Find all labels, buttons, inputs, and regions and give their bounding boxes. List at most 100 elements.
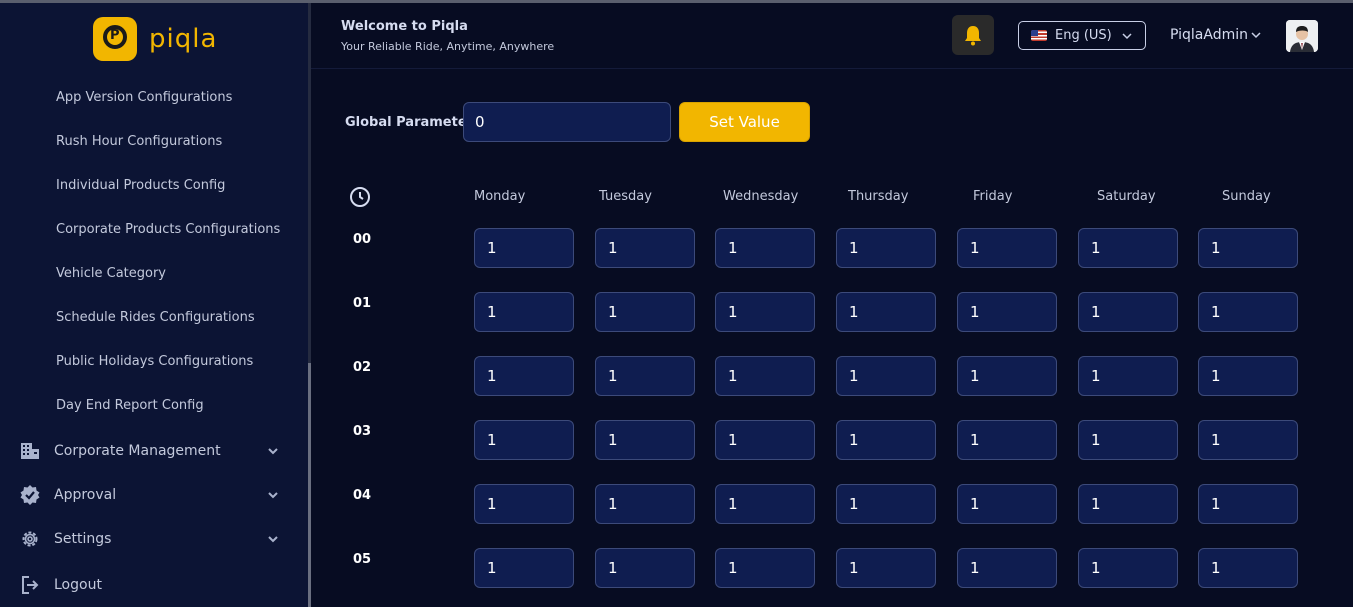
schedule-input-tuesday-01[interactable] <box>595 292 695 332</box>
schedule-input-monday-00[interactable] <box>474 228 574 268</box>
notifications-button[interactable] <box>952 15 994 55</box>
sidebar-item-individual-products-config[interactable]: Individual Products Config <box>56 178 225 193</box>
schedule-input-saturday-02[interactable] <box>1078 356 1178 396</box>
sidebar-item-label: Corporate Management <box>54 443 221 459</box>
schedule-input-saturday-05[interactable] <box>1078 548 1178 588</box>
day-header-monday: Monday <box>474 189 526 204</box>
chevron-down-icon <box>268 448 278 455</box>
scrollbar-thumb[interactable] <box>308 363 311 607</box>
sidebar-item-vehicle-category[interactable]: Vehicle Category <box>56 266 166 281</box>
brand-logo[interactable]: P piqla <box>93 17 217 61</box>
language-value: Eng (US) <box>1055 28 1112 43</box>
schedule-input-monday-01[interactable] <box>474 292 574 332</box>
schedule-input-wednesday-03[interactable] <box>715 420 815 460</box>
schedule-input-monday-05[interactable] <box>474 548 574 588</box>
schedule-input-thursday-03[interactable] <box>836 420 936 460</box>
day-header-saturday: Saturday <box>1097 189 1156 204</box>
sidebar-item-schedule-rides-configurations[interactable]: Schedule Rides Configurations <box>56 310 255 325</box>
sidebar-item-rush-hour-configurations[interactable]: Rush Hour Configurations <box>56 134 222 149</box>
hour-label-03: 03 <box>353 424 372 439</box>
schedule-input-wednesday-04[interactable] <box>715 484 815 524</box>
schedule-input-wednesday-02[interactable] <box>715 356 815 396</box>
sidebar-item-approval[interactable]: Approval <box>18 483 280 507</box>
schedule-input-tuesday-02[interactable] <box>595 356 695 396</box>
sidebar-item-label: Logout <box>54 577 102 593</box>
schedule-input-saturday-00[interactable] <box>1078 228 1178 268</box>
language-select[interactable]: Eng (US) <box>1018 21 1146 50</box>
user-menu-name[interactable]: PiqlaAdmin <box>1170 27 1248 43</box>
sidebar-item-public-holidays-configurations[interactable]: Public Holidays Configurations <box>56 354 253 369</box>
schedule-input-monday-04[interactable] <box>474 484 574 524</box>
sidebar-item-app-version-configurations[interactable]: App Version Configurations <box>56 90 232 105</box>
schedule-input-friday-04[interactable] <box>957 484 1057 524</box>
schedule-input-thursday-04[interactable] <box>836 484 936 524</box>
chevron-down-icon <box>268 536 278 543</box>
chevron-down-icon <box>1122 33 1132 40</box>
global-parameter-input[interactable] <box>463 102 671 142</box>
schedule-input-sunday-01[interactable] <box>1198 292 1298 332</box>
top-header: Welcome to Piqla Your Reliable Ride, Any… <box>311 3 1353 69</box>
day-header-friday: Friday <box>973 189 1013 204</box>
badge-check-icon <box>18 483 42 507</box>
day-header-thursday: Thursday <box>848 189 909 204</box>
schedule-input-friday-00[interactable] <box>957 228 1057 268</box>
schedule-input-saturday-04[interactable] <box>1078 484 1178 524</box>
chevron-down-icon <box>268 492 278 499</box>
building-icon <box>18 439 42 463</box>
sidebar-scrollbar[interactable] <box>308 3 311 607</box>
schedule-input-friday-02[interactable] <box>957 356 1057 396</box>
schedule-input-monday-02[interactable] <box>474 356 574 396</box>
schedule-input-tuesday-00[interactable] <box>595 228 695 268</box>
schedule-input-thursday-02[interactable] <box>836 356 936 396</box>
logo-text: piqla <box>149 24 218 54</box>
hour-label-05: 05 <box>353 552 372 567</box>
sidebar-item-label: Approval <box>54 487 117 503</box>
sidebar: P piqla App Version Configurations Rush … <box>0 3 308 607</box>
day-header-tuesday: Tuesday <box>599 189 652 204</box>
hour-label-00: 00 <box>353 232 372 247</box>
chevron-down-icon[interactable] <box>1250 29 1262 41</box>
us-flag-icon <box>1031 30 1047 41</box>
hour-label-01: 01 <box>353 296 372 311</box>
schedule-input-monday-03[interactable] <box>474 420 574 460</box>
logout-icon <box>18 573 42 597</box>
schedule-input-friday-05[interactable] <box>957 548 1057 588</box>
set-value-button[interactable]: Set Value <box>679 102 810 142</box>
schedule-input-saturday-03[interactable] <box>1078 420 1178 460</box>
schedule-input-thursday-01[interactable] <box>836 292 936 332</box>
schedule-input-friday-03[interactable] <box>957 420 1057 460</box>
day-header-wednesday: Wednesday <box>723 189 799 204</box>
sidebar-item-label: Settings <box>54 531 112 547</box>
schedule-input-thursday-00[interactable] <box>836 228 936 268</box>
sidebar-item-day-end-report-config[interactable]: Day End Report Config <box>56 398 204 413</box>
avatar[interactable] <box>1286 20 1318 52</box>
schedule-input-friday-01[interactable] <box>957 292 1057 332</box>
sidebar-item-corporate-management[interactable]: Corporate Management <box>18 439 280 463</box>
hour-label-02: 02 <box>353 360 372 375</box>
sidebar-item-corporate-products-configurations[interactable]: Corporate Products Configurations <box>56 222 280 237</box>
welcome-tagline: Your Reliable Ride, Anytime, Anywhere <box>341 40 555 53</box>
sidebar-item-logout[interactable]: Logout <box>18 573 280 597</box>
schedule-input-tuesday-03[interactable] <box>595 420 695 460</box>
schedule-input-sunday-02[interactable] <box>1198 356 1298 396</box>
schedule-input-tuesday-04[interactable] <box>595 484 695 524</box>
schedule-input-sunday-03[interactable] <box>1198 420 1298 460</box>
day-header-sunday: Sunday <box>1222 189 1271 204</box>
schedule-input-tuesday-05[interactable] <box>595 548 695 588</box>
gear-icon <box>18 527 42 551</box>
schedule-input-thursday-05[interactable] <box>836 548 936 588</box>
schedule-input-wednesday-01[interactable] <box>715 292 815 332</box>
hour-label-04: 04 <box>353 488 372 503</box>
schedule-input-wednesday-00[interactable] <box>715 228 815 268</box>
bell-icon <box>965 26 981 46</box>
logo-badge-icon: P <box>93 17 137 61</box>
sidebar-item-settings[interactable]: Settings <box>18 527 280 551</box>
clock-icon <box>350 187 370 207</box>
schedule-input-wednesday-05[interactable] <box>715 548 815 588</box>
schedule-input-sunday-04[interactable] <box>1198 484 1298 524</box>
schedule-input-sunday-05[interactable] <box>1198 548 1298 588</box>
schedule-input-saturday-01[interactable] <box>1078 292 1178 332</box>
schedule-input-sunday-00[interactable] <box>1198 228 1298 268</box>
welcome-title: Welcome to Piqla <box>341 19 468 34</box>
global-parameter-label: Global Parameter <box>345 115 474 130</box>
